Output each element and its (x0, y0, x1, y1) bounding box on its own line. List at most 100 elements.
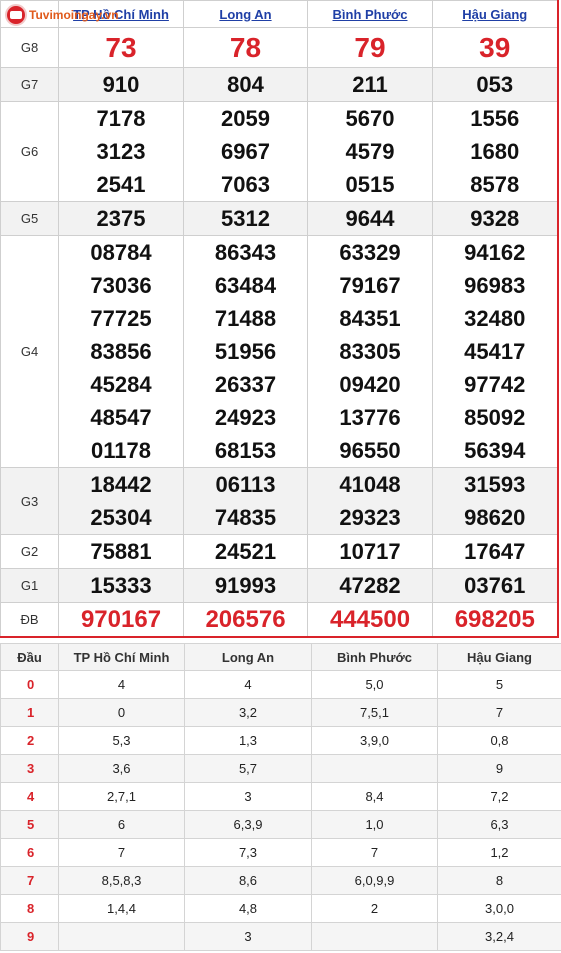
prize-number: 41048 (339, 472, 401, 497)
prize-row: G7 910 804 211 053 (0, 67, 558, 102)
dau-row: 5 6 6,3,9 1,0 6,3 (0, 810, 561, 839)
dau-cell: 5,7 (184, 754, 312, 783)
dau-cell: 8 (437, 866, 561, 895)
prize-number: 211 (352, 72, 388, 97)
prize-number: 77725 (90, 306, 152, 331)
dau-province-header: Long An (184, 643, 312, 671)
dau-digit: 8 (0, 894, 59, 923)
prize-number: 0515 (345, 172, 395, 197)
prize-number: 5312 (221, 206, 270, 231)
dau-row: 2 5,3 1,3 3,9,0 0,8 (0, 726, 561, 755)
prize-number: 17647 (464, 539, 526, 564)
prize-number: 68153 (214, 438, 277, 463)
dau-cell: 7 (437, 698, 561, 727)
prize-cell: 053 (432, 67, 558, 102)
dau-digit: 3 (0, 754, 59, 783)
dau-cell: 3,6 (58, 754, 185, 783)
prize-cell: 1556 1680 8578 (432, 101, 558, 202)
prize-cell: 10717 (307, 534, 433, 569)
dau-cell: 6,3 (437, 810, 561, 839)
prize-number: 910 (102, 72, 140, 97)
dau-cell: 4,8 (184, 894, 312, 923)
prize-number: 01178 (91, 438, 151, 463)
dau-header: Đầu (0, 643, 59, 671)
prize-cell: 444500 (307, 602, 433, 638)
dau-digit: 5 (0, 810, 59, 839)
dau-cell: 3,0,0 (437, 894, 561, 923)
prize-label: G4 (0, 235, 59, 468)
prize-cell: 17647 (432, 534, 558, 569)
prize-number: 9644 (345, 206, 395, 231)
province-link-long-an[interactable]: Long An (219, 7, 271, 22)
dau-cell: 1,3 (184, 726, 312, 755)
dau-cell: 6,3,9 (184, 810, 312, 839)
prize-number: 97742 (464, 372, 526, 397)
dau-digit: 7 (0, 866, 59, 895)
prize-number: 24521 (214, 539, 277, 564)
prize-number: 83856 (90, 339, 152, 364)
prize-number: 63484 (214, 273, 277, 298)
dau-cell: 0,8 (437, 726, 561, 755)
prize-label: G7 (0, 67, 59, 102)
prize-cell: 73 (58, 27, 184, 68)
lottery-results-table: Tuvimoingay.vn TP Hồ Chí Minh Long An Bì… (0, 0, 559, 638)
prize-number: 91993 (214, 573, 277, 598)
prize-cell: 41048 29323 (307, 467, 433, 535)
dau-cell (311, 922, 438, 951)
dau-province-header: TP Hồ Chí Minh (58, 643, 185, 671)
dau-cell: 4 (184, 670, 312, 699)
prize-row: G6 7178 3123 2541 2059 6967 7063 5670 4579 0515 15… (0, 101, 558, 202)
prize-cell: 39 (432, 27, 558, 68)
prize-number: 7178 (96, 106, 146, 131)
prize-number: 10717 (339, 539, 401, 564)
prize-number: 698205 (454, 606, 535, 633)
prize-number: 83305 (339, 339, 401, 364)
prize-number: 970167 (80, 606, 162, 633)
site-logo[interactable]: Tuvimoingay.vn (5, 4, 119, 26)
prize-cell: 2375 (58, 201, 184, 236)
prize-label: G2 (0, 534, 59, 569)
dau-cell (311, 754, 438, 783)
dau-cell: 1,0 (311, 810, 438, 839)
prize-label: G6 (0, 101, 59, 202)
dau-cell: 3,2 (184, 698, 312, 727)
logo-icon (5, 4, 27, 26)
prize-number: 79 (354, 32, 386, 63)
logo-text: Tuvimoingay.vn (29, 8, 119, 22)
dau-cell: 6,0,9,9 (311, 866, 438, 895)
prize-cell: 86343 63484 71488 51956 26337 24923 68153 (183, 235, 308, 468)
prize-cell: 5670 4579 0515 (307, 101, 433, 202)
prize-row: G4 08784 73036 77725 83856 45284 48547 01178 863… (0, 235, 558, 468)
prize-number: 29323 (339, 505, 401, 530)
prize-row: G5 2375 5312 9644 9328 (0, 201, 558, 236)
province-header: Bình Phước (307, 0, 433, 28)
province-link-binh-phuoc[interactable]: Bình Phước (333, 7, 408, 22)
prize-number: 15333 (90, 573, 152, 598)
dau-cell: 7,5,1 (311, 698, 438, 727)
province-link-hau-giang[interactable]: Hậu Giang (462, 7, 527, 22)
dau-cell: 5,0 (311, 670, 438, 699)
prize-cell: 47282 (307, 568, 433, 603)
prize-cell: 9328 (432, 201, 558, 236)
prize-cell: 206576 (183, 602, 308, 638)
prize-cell: 18442 25304 (58, 467, 184, 535)
prize-number: 26337 (214, 372, 277, 397)
prize-label: G1 (0, 568, 59, 603)
prize-number: 31593 (464, 472, 526, 497)
prize-number: 24923 (214, 405, 277, 430)
dau-cell: 7 (58, 838, 185, 867)
dau-digit: 9 (0, 922, 59, 951)
dau-cell: 1,2 (437, 838, 561, 867)
prize-number: 45284 (90, 372, 152, 397)
dau-duoi-table: Đầu TP Hồ Chí Minh Long An Bình Phước Hậ… (0, 643, 561, 951)
dau-row: 8 1,4,4 4,8 2 3,0,0 (0, 894, 561, 923)
dau-cell (58, 922, 185, 951)
dau-cell: 2,7,1 (58, 782, 185, 811)
dau-row: 7 8,5,8,3 8,6 6,0,9,9 8 (0, 866, 561, 895)
prize-number: 71488 (214, 306, 277, 331)
prize-number: 84351 (339, 306, 401, 331)
dau-cell: 5 (437, 670, 561, 699)
prize-number: 6967 (221, 139, 270, 164)
prize-cell: 78 (183, 27, 308, 68)
prize-number: 73036 (90, 273, 152, 298)
